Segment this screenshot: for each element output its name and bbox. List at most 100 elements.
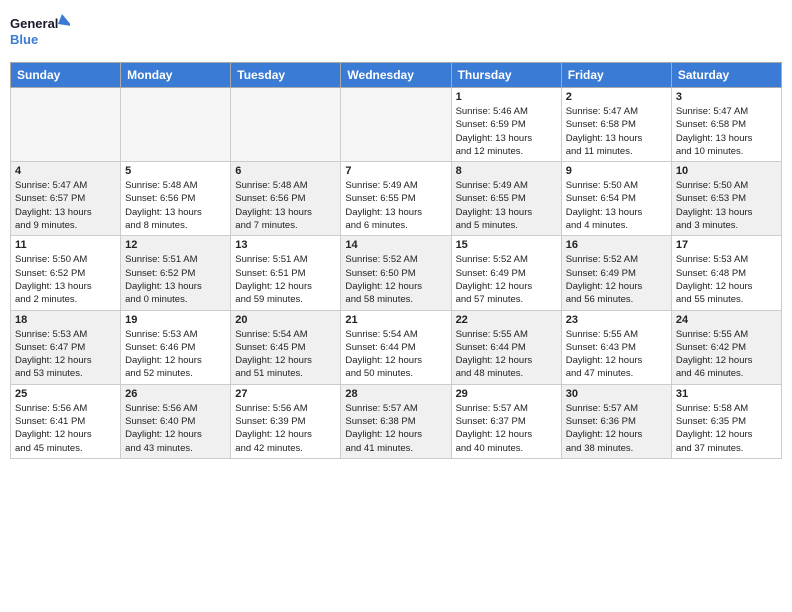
day-number: 7 [345, 165, 446, 177]
day-info: Sunrise: 5:49 AM Sunset: 6:55 PM Dayligh… [456, 179, 557, 232]
day-header-monday: Monday [121, 63, 231, 88]
day-number: 11 [15, 239, 116, 251]
calendar-header-row: SundayMondayTuesdayWednesdayThursdayFrid… [11, 63, 782, 88]
day-info: Sunrise: 5:57 AM Sunset: 6:38 PM Dayligh… [345, 402, 446, 455]
day-info: Sunrise: 5:56 AM Sunset: 6:40 PM Dayligh… [125, 402, 226, 455]
day-number: 5 [125, 165, 226, 177]
calendar-cell: 15 Sunrise: 5:52 AM Sunset: 6:49 PM Dayli… [451, 236, 561, 310]
day-number: 10 [676, 165, 777, 177]
calendar-cell: 17 Sunrise: 5:53 AM Sunset: 6:48 PM Dayli… [671, 236, 781, 310]
day-info: Sunrise: 5:58 AM Sunset: 6:35 PM Dayligh… [676, 402, 777, 455]
day-info: Sunrise: 5:54 AM Sunset: 6:44 PM Dayligh… [345, 328, 446, 381]
calendar-cell: 27 Sunrise: 5:56 AM Sunset: 6:39 PM Dayli… [231, 384, 341, 458]
calendar-body: 1 Sunrise: 5:46 AM Sunset: 6:59 PM Daylig… [11, 88, 782, 459]
day-number: 17 [676, 239, 777, 251]
day-header-thursday: Thursday [451, 63, 561, 88]
calendar-week-4: 18 Sunrise: 5:53 AM Sunset: 6:47 PM Dayli… [11, 310, 782, 384]
day-number: 20 [235, 314, 336, 326]
calendar-cell: 5 Sunrise: 5:48 AM Sunset: 6:56 PM Daylig… [121, 162, 231, 236]
day-number: 27 [235, 388, 336, 400]
day-info: Sunrise: 5:57 AM Sunset: 6:36 PM Dayligh… [566, 402, 667, 455]
day-number: 30 [566, 388, 667, 400]
day-info: Sunrise: 5:56 AM Sunset: 6:41 PM Dayligh… [15, 402, 116, 455]
calendar-week-3: 11 Sunrise: 5:50 AM Sunset: 6:52 PM Dayli… [11, 236, 782, 310]
day-number: 18 [15, 314, 116, 326]
calendar-cell: 16 Sunrise: 5:52 AM Sunset: 6:49 PM Dayli… [561, 236, 671, 310]
day-number: 12 [125, 239, 226, 251]
day-number: 21 [345, 314, 446, 326]
calendar-cell: 24Sunrise: 5:55 AM Sunset: 6:42 PM Dayli… [671, 310, 781, 384]
day-info: Sunrise: 5:46 AM Sunset: 6:59 PM Dayligh… [456, 105, 557, 158]
day-info: Sunrise: 5:52 AM Sunset: 6:50 PM Dayligh… [345, 253, 446, 306]
day-info: Sunrise: 5:57 AM Sunset: 6:37 PM Dayligh… [456, 402, 557, 455]
day-number: 9 [566, 165, 667, 177]
calendar-cell: 9 Sunrise: 5:50 AM Sunset: 6:54 PM Daylig… [561, 162, 671, 236]
calendar-cell: 25Sunrise: 5:56 AM Sunset: 6:41 PM Dayli… [11, 384, 121, 458]
day-info: Sunrise: 5:52 AM Sunset: 6:49 PM Dayligh… [456, 253, 557, 306]
logo-svg: General Blue [10, 10, 70, 54]
day-header-sunday: Sunday [11, 63, 121, 88]
day-info: Sunrise: 5:47 AM Sunset: 6:58 PM Dayligh… [566, 105, 667, 158]
svg-text:General: General [10, 16, 58, 31]
calendar-cell: 6 Sunrise: 5:48 AM Sunset: 6:56 PM Daylig… [231, 162, 341, 236]
day-header-wednesday: Wednesday [341, 63, 451, 88]
calendar-cell: 19Sunrise: 5:53 AM Sunset: 6:46 PM Dayli… [121, 310, 231, 384]
page-header: General Blue [10, 10, 782, 54]
calendar-cell: 12Sunrise: 5:51 AM Sunset: 6:52 PM Dayli… [121, 236, 231, 310]
calendar-cell: 13Sunrise: 5:51 AM Sunset: 6:51 PM Dayli… [231, 236, 341, 310]
day-info: Sunrise: 5:50 AM Sunset: 6:54 PM Dayligh… [566, 179, 667, 232]
calendar-cell: 22Sunrise: 5:55 AM Sunset: 6:44 PM Dayli… [451, 310, 561, 384]
day-number: 19 [125, 314, 226, 326]
calendar-cell: 31 Sunrise: 5:58 AM Sunset: 6:35 PM Dayli… [671, 384, 781, 458]
svg-text:Blue: Blue [10, 32, 38, 47]
day-number: 13 [235, 239, 336, 251]
day-number: 8 [456, 165, 557, 177]
day-info: Sunrise: 5:48 AM Sunset: 6:56 PM Dayligh… [125, 179, 226, 232]
calendar-cell: 20 Sunrise: 5:54 AM Sunset: 6:45 PM Dayli… [231, 310, 341, 384]
day-number: 26 [125, 388, 226, 400]
day-info: Sunrise: 5:47 AM Sunset: 6:57 PM Dayligh… [15, 179, 116, 232]
calendar-cell: 30 Sunrise: 5:57 AM Sunset: 6:36 PM Dayli… [561, 384, 671, 458]
day-info: Sunrise: 5:49 AM Sunset: 6:55 PM Dayligh… [345, 179, 446, 232]
calendar-cell: 3 Sunrise: 5:47 AM Sunset: 6:58 PM Daylig… [671, 88, 781, 162]
day-number: 6 [235, 165, 336, 177]
day-info: Sunrise: 5:50 AM Sunset: 6:52 PM Dayligh… [15, 253, 116, 306]
day-header-tuesday: Tuesday [231, 63, 341, 88]
day-info: Sunrise: 5:55 AM Sunset: 6:42 PM Dayligh… [676, 328, 777, 381]
calendar-cell [231, 88, 341, 162]
calendar-cell: 26 Sunrise: 5:56 AM Sunset: 6:40 PM Dayli… [121, 384, 231, 458]
day-info: Sunrise: 5:48 AM Sunset: 6:56 PM Dayligh… [235, 179, 336, 232]
day-number: 2 [566, 91, 667, 103]
day-info: Sunrise: 5:52 AM Sunset: 6:49 PM Dayligh… [566, 253, 667, 306]
day-header-friday: Friday [561, 63, 671, 88]
day-info: Sunrise: 5:56 AM Sunset: 6:39 PM Dayligh… [235, 402, 336, 455]
calendar-cell: 28 Sunrise: 5:57 AM Sunset: 6:38 PM Dayli… [341, 384, 451, 458]
day-info: Sunrise: 5:47 AM Sunset: 6:58 PM Dayligh… [676, 105, 777, 158]
day-number: 15 [456, 239, 557, 251]
calendar-cell: 21 Sunrise: 5:54 AM Sunset: 6:44 PM Dayli… [341, 310, 451, 384]
calendar-cell: 10 Sunrise: 5:50 AM Sunset: 6:53 PM Dayli… [671, 162, 781, 236]
day-info: Sunrise: 5:53 AM Sunset: 6:48 PM Dayligh… [676, 253, 777, 306]
day-number: 28 [345, 388, 446, 400]
day-number: 29 [456, 388, 557, 400]
day-info: Sunrise: 5:55 AM Sunset: 6:44 PM Dayligh… [456, 328, 557, 381]
calendar-week-2: 4Sunrise: 5:47 AM Sunset: 6:57 PM Daylig… [11, 162, 782, 236]
day-info: Sunrise: 5:50 AM Sunset: 6:53 PM Dayligh… [676, 179, 777, 232]
calendar-cell: 14Sunrise: 5:52 AM Sunset: 6:50 PM Dayli… [341, 236, 451, 310]
calendar-cell: 7 Sunrise: 5:49 AM Sunset: 6:55 PM Daylig… [341, 162, 451, 236]
day-number: 16 [566, 239, 667, 251]
day-number: 23 [566, 314, 667, 326]
day-number: 31 [676, 388, 777, 400]
calendar-cell: 11 Sunrise: 5:50 AM Sunset: 6:52 PM Dayli… [11, 236, 121, 310]
calendar-cell [121, 88, 231, 162]
calendar-cell: 29 Sunrise: 5:57 AM Sunset: 6:37 PM Dayli… [451, 384, 561, 458]
day-info: Sunrise: 5:53 AM Sunset: 6:47 PM Dayligh… [15, 328, 116, 381]
day-number: 1 [456, 91, 557, 103]
day-number: 3 [676, 91, 777, 103]
calendar-cell: 18 Sunrise: 5:53 AM Sunset: 6:47 PM Dayli… [11, 310, 121, 384]
calendar-cell: 2 Sunrise: 5:47 AM Sunset: 6:58 PM Daylig… [561, 88, 671, 162]
day-info: Sunrise: 5:54 AM Sunset: 6:45 PM Dayligh… [235, 328, 336, 381]
calendar-table: SundayMondayTuesdayWednesdayThursdayFrid… [10, 62, 782, 459]
day-header-saturday: Saturday [671, 63, 781, 88]
calendar-week-5: 25Sunrise: 5:56 AM Sunset: 6:41 PM Dayli… [11, 384, 782, 458]
